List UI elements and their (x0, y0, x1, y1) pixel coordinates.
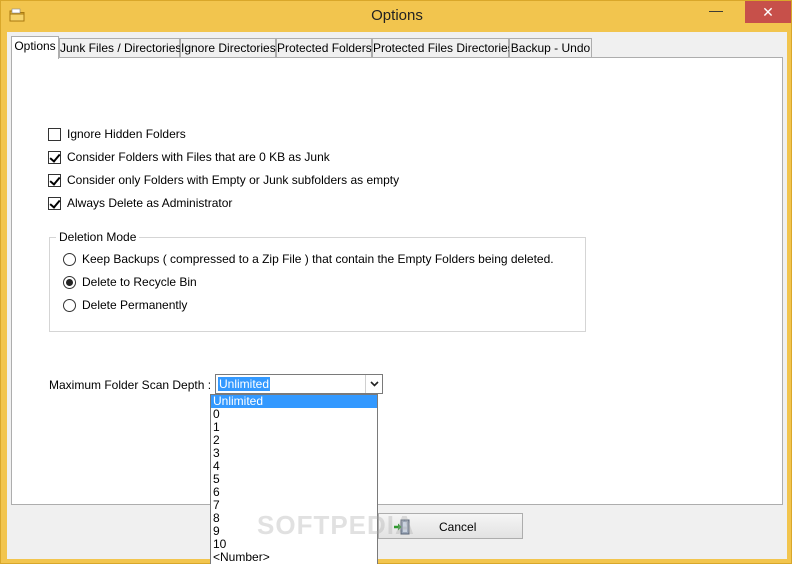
zero-kb-junk-option[interactable]: Consider Folders with Files that are 0 K… (48, 149, 330, 165)
tab-protected-folders[interactable]: Protected Folders (276, 38, 372, 58)
empty-subfolders-option[interactable]: Consider only Folders with Empty or Junk… (48, 172, 399, 188)
options-window: Options — ✕ Options Junk Files / Directo… (0, 0, 792, 564)
dialog-client-area: Options Junk Files / Directories Ignore … (7, 32, 787, 564)
list-item[interactable]: 4 (211, 460, 377, 473)
zero-kb-junk-checkbox[interactable] (48, 150, 61, 164)
list-item[interactable]: 3 (211, 447, 377, 460)
watermark: SOFTPEDIA (257, 510, 415, 540)
ignore-hidden-folders-label: Ignore Hidden Folders (67, 127, 186, 141)
recycle-bin-label: Delete to Recycle Bin (82, 275, 197, 289)
empty-subfolders-checkbox[interactable] (48, 173, 61, 187)
dropdown-button[interactable] (365, 375, 382, 393)
title-bar[interactable]: Options — ✕ (1, 1, 792, 31)
options-tab-panel: Ignore Hidden Folders Consider Folders w… (11, 57, 783, 505)
keep-backups-radio[interactable] (63, 252, 76, 266)
scan-depth-combobox[interactable]: Unlimited (215, 374, 383, 394)
deletion-mode-group: Deletion Mode Keep Backups ( compressed … (49, 230, 586, 332)
list-item[interactable]: 0 (211, 408, 377, 421)
tab-backup-undo[interactable]: Backup - Undo (509, 38, 592, 58)
delete-permanently-option[interactable]: Delete Permanently (63, 297, 187, 313)
delete-as-admin-checkbox[interactable] (48, 196, 61, 210)
tab-ignore-directories[interactable]: Ignore Directories (180, 38, 276, 58)
delete-permanently-label: Delete Permanently (82, 298, 188, 312)
recycle-bin-option[interactable]: Delete to Recycle Bin (63, 274, 197, 290)
window-title: Options (371, 7, 423, 24)
tab-options[interactable]: Options (11, 36, 59, 59)
delete-as-admin-label: Always Delete as Administrator (67, 196, 233, 210)
minimize-button[interactable]: — (701, 1, 731, 23)
list-item[interactable]: Unlimited (211, 395, 377, 408)
deletion-mode-legend: Deletion Mode (56, 230, 140, 244)
chevron-down-icon (369, 381, 379, 387)
keep-backups-label: Keep Backups ( compressed to a Zip File … (82, 252, 554, 266)
keep-backups-option[interactable]: Keep Backups ( compressed to a Zip File … (63, 251, 554, 267)
ignore-hidden-folders-option[interactable]: Ignore Hidden Folders (48, 126, 186, 142)
zero-kb-junk-label: Consider Folders with Files that are 0 K… (67, 150, 330, 164)
scan-depth-label: Maximum Folder Scan Depth : (49, 378, 212, 392)
empty-subfolders-label: Consider only Folders with Empty or Junk… (67, 173, 400, 187)
recycle-bin-radio[interactable] (63, 275, 76, 289)
list-item[interactable]: <Number> (211, 551, 377, 564)
close-button[interactable]: ✕ (745, 1, 791, 23)
cancel-button-label: Cancel (439, 520, 477, 534)
ignore-hidden-folders-checkbox[interactable] (48, 127, 61, 141)
tab-protected-files-directories[interactable]: Protected Files Directories (372, 38, 514, 58)
delete-as-admin-option[interactable]: Always Delete as Administrator (48, 195, 232, 211)
delete-permanently-radio[interactable] (63, 298, 76, 312)
list-item[interactable]: 5 (211, 473, 377, 486)
tab-junk-files-directories[interactable]: Junk Files / Directories (59, 38, 181, 58)
list-item[interactable]: 6 (211, 486, 377, 499)
scan-depth-value: Unlimited (218, 377, 271, 391)
list-item[interactable]: 1 (211, 421, 377, 434)
list-item[interactable]: 2 (211, 434, 377, 447)
